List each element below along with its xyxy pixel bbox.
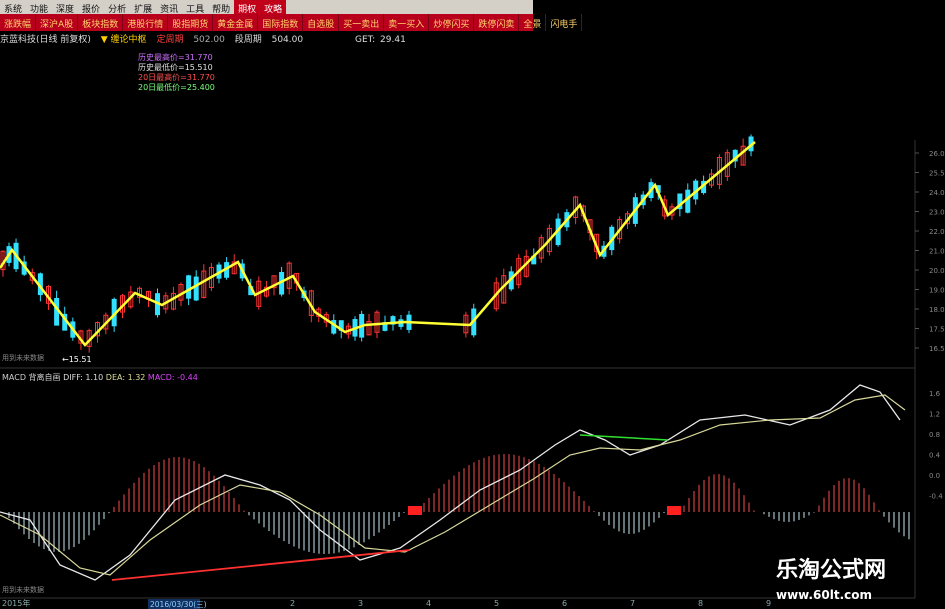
macd-axis-label: 0.4 — [929, 452, 941, 460]
low-price-label: ←15.51 — [62, 355, 92, 364]
time-axis-label: 5 — [494, 599, 499, 608]
time-axis-label: 6 — [562, 599, 567, 608]
macd-signal-block — [408, 506, 422, 515]
macd-histogram — [8, 454, 910, 554]
time-axis-label: 2 — [290, 599, 295, 608]
macd-axis-label: 0.0 — [929, 472, 940, 480]
price-axis-label: 20.0 — [929, 267, 945, 275]
time-axis-label: 3 — [358, 599, 363, 608]
macd-axis-label: 1.6 — [929, 390, 941, 398]
time-axis-label: 8 — [698, 599, 703, 608]
price-axis-label: 26.0 — [929, 150, 945, 158]
diff-line — [0, 384, 901, 581]
price-axis-label: 16.5 — [929, 345, 945, 353]
price-axis-label: 17.5 — [929, 326, 945, 334]
watermark-url: www.60lt.com — [776, 588, 873, 602]
candle-body — [685, 189, 691, 213]
candles — [0, 134, 754, 353]
future-data-note-bottom: 用到未来数据 — [2, 585, 44, 594]
watermark-title: 乐淘公式网 — [776, 557, 887, 583]
divergence-line-red — [111, 549, 411, 581]
future-data-note-top: 用到未来数据 — [2, 353, 44, 362]
divergence-line-green — [579, 434, 669, 441]
price-axis-label: 19.0 — [929, 287, 945, 295]
price-axis-label: 21.0 — [929, 248, 945, 256]
candle-body — [186, 275, 192, 299]
macd-axis-label: -0.4 — [929, 493, 943, 501]
time-axis-label: 4 — [426, 599, 431, 608]
time-axis-label: 9 — [766, 599, 771, 608]
macd-axis-label: 1.2 — [929, 411, 940, 419]
price-axis-label: 18.0 — [929, 306, 945, 314]
price-axis-label: 23.0 — [929, 209, 945, 217]
macd-signal-block — [667, 506, 681, 515]
date-marker: 2016/03/30(三) — [150, 600, 207, 609]
price-axis-label: 24.0 — [929, 189, 945, 197]
price-axis-label: 25.5 — [929, 170, 945, 178]
macd-header: MACD 背离自画 DIFF: 1.10 DEA: 1.32 MACD: -0.… — [2, 372, 198, 382]
price-axis-label: 22.0 — [929, 228, 945, 236]
site-watermark: 乐淘公式网 www.60lt.com — [776, 552, 945, 609]
time-axis-label: 7 — [630, 599, 635, 608]
kline-chart-canvas[interactable]: 26.025.524.023.022.021.020.019.018.017.5… — [0, 0, 945, 609]
candle-body — [193, 276, 199, 301]
macd-axis-label: 0.8 — [929, 431, 940, 439]
year-label: 2015年 — [2, 598, 30, 608]
